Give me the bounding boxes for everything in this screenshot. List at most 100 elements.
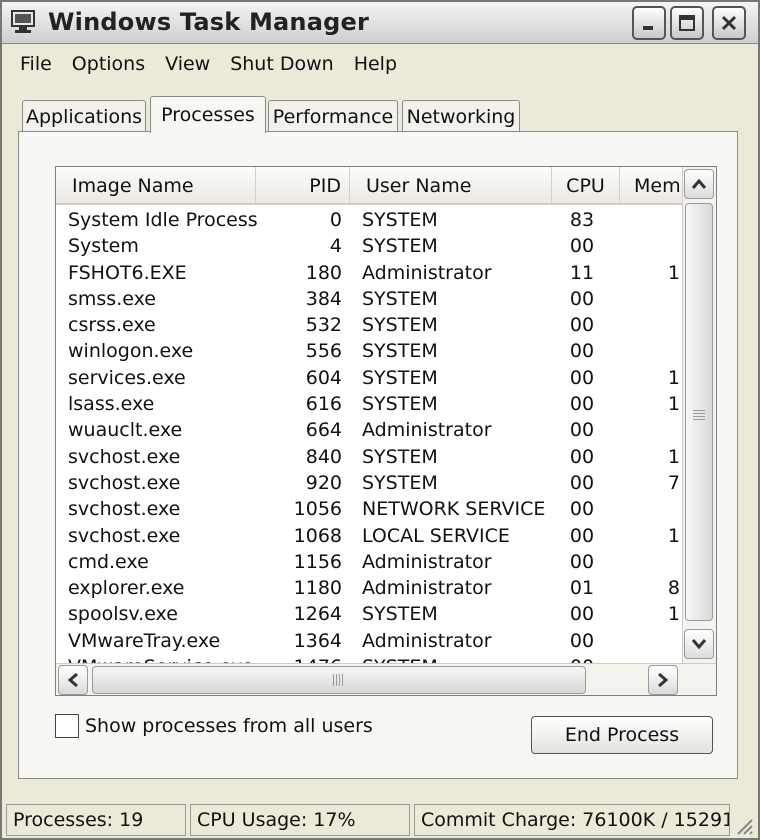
show-all-users-option[interactable]: Show processes from all users [55, 714, 373, 738]
process-cpu: 00 [569, 629, 595, 652]
tab-performance[interactable]: Performance [268, 100, 398, 132]
process-list[interactable]: Image Name PID User Name CPU Mem System … [55, 166, 717, 696]
process-pid: 532 [305, 314, 342, 337]
table-row[interactable]: svchost.exe 1068 LOCAL SERVICE 00 1 [56, 523, 682, 549]
process-mem [622, 628, 680, 654]
scroll-down-button[interactable] [684, 629, 714, 659]
table-row[interactable]: services.exe 604 SYSTEM 00 1 [56, 365, 682, 391]
process-mem [622, 654, 680, 663]
process-cpu: 00 [569, 550, 595, 573]
column-user-name[interactable]: User Name [350, 167, 552, 205]
column-pid[interactable]: PID [256, 167, 350, 205]
process-pid: 0 [329, 209, 342, 231]
table-row[interactable]: VMwareTray.exe 1364 Administrator 00 [56, 628, 682, 654]
chevron-down-icon [691, 639, 707, 650]
column-mem[interactable]: Mem [620, 167, 682, 205]
menu-bar: File Options View Shut Down Help [2, 46, 758, 82]
table-row[interactable]: VMwareService.exe1476 SYSTEM00 [56, 654, 682, 663]
list-header: Image Name PID User Name CPU Mem [56, 167, 682, 205]
table-row[interactable]: cmd.exe 1156 Administrator 00 [56, 549, 682, 575]
process-cpu: 00 [569, 498, 595, 521]
menu-view[interactable]: View [155, 53, 220, 75]
process-cpu: 00 [569, 340, 595, 363]
tab-networking[interactable]: Networking [402, 100, 520, 132]
show-all-users-checkbox[interactable] [55, 714, 79, 738]
table-row[interactable]: lsass.exe 616 SYSTEM 00 1 [56, 391, 682, 417]
menu-file[interactable]: File [10, 53, 62, 75]
horizontal-scroll-thumb[interactable] [92, 666, 586, 694]
status-commit-charge: Commit Charge: 76100K / 152916K [414, 804, 730, 836]
process-cpu: 00 [569, 445, 595, 468]
horizontal-scrollbar[interactable] [56, 663, 716, 695]
process-cpu: 00 [569, 419, 595, 442]
scroll-left-button[interactable] [58, 665, 88, 695]
process-user: Administrator [362, 261, 492, 284]
resize-grip-icon[interactable] [734, 816, 754, 836]
process-name: svchost.exe [68, 445, 181, 468]
table-row[interactable]: System 4 SYSTEM 00 [56, 233, 682, 259]
scroll-grip-icon [333, 674, 343, 686]
task-manager-window: Windows Task Manager File Options View S… [0, 0, 760, 840]
table-row[interactable]: System Idle Process 0 SYSTEM 83 [56, 207, 682, 233]
process-name: lsass.exe [68, 393, 155, 416]
process-user: SYSTEM [362, 314, 438, 337]
maximize-button[interactable] [670, 6, 704, 40]
tab-processes[interactable]: Processes [150, 96, 266, 133]
process-pid: 1180 [293, 577, 342, 600]
process-cpu: 00 [569, 471, 595, 494]
process-mem [622, 338, 680, 364]
title-bar[interactable]: Windows Task Manager [2, 2, 758, 44]
process-pid: 556 [305, 340, 342, 363]
tab-applications[interactable]: Applications [22, 100, 146, 132]
table-row[interactable]: winlogon.exe 556 SYSTEM 00 [56, 338, 682, 364]
process-cpu: 00 [552, 654, 612, 663]
process-user: Administrator [362, 629, 492, 652]
process-user: LOCAL SERVICE [362, 524, 510, 547]
table-row[interactable]: FSHOT6.EXE 180 Administrator 11 1 [56, 260, 682, 286]
menu-options[interactable]: Options [62, 53, 155, 75]
process-name: winlogon.exe [68, 340, 194, 363]
table-row[interactable]: svchost.exe 1056 NETWORK SERVICE 00 [56, 496, 682, 522]
process-user: Administrator [362, 577, 492, 600]
process-name: cmd.exe [68, 550, 149, 573]
table-row[interactable]: csrss.exe 532 SYSTEM 00 [56, 312, 682, 338]
table-row[interactable]: explorer.exe 1180 Administrator 01 8 [56, 575, 682, 601]
process-user: SYSTEM [362, 654, 552, 663]
process-mem [622, 417, 680, 443]
minimize-icon [643, 26, 653, 30]
end-process-button[interactable]: End Process [531, 716, 713, 754]
scroll-right-button[interactable] [648, 665, 678, 695]
menu-shut-down[interactable]: Shut Down [220, 53, 343, 75]
process-cpu: 00 [569, 314, 595, 337]
vertical-scrollbar[interactable] [682, 167, 716, 663]
process-mem [622, 286, 680, 312]
process-pid: 616 [305, 393, 342, 416]
process-user: SYSTEM [362, 287, 438, 310]
process-pid: 1068 [293, 524, 342, 547]
process-pid: 1264 [293, 603, 342, 626]
chevron-up-icon [691, 178, 707, 189]
column-cpu[interactable]: CPU [552, 167, 620, 205]
chevron-right-icon [658, 672, 669, 688]
chevron-left-icon [67, 672, 78, 688]
close-button[interactable] [712, 6, 746, 40]
process-user: SYSTEM [362, 340, 438, 363]
process-mem [622, 233, 680, 259]
close-icon [721, 15, 737, 31]
table-row[interactable]: wuauclt.exe 664 Administrator 00 [56, 417, 682, 443]
scroll-up-button[interactable] [684, 169, 714, 199]
menu-help[interactable]: Help [344, 53, 407, 75]
process-name: VMwareTray.exe [68, 629, 221, 652]
process-pid: 1156 [293, 550, 342, 573]
column-image-name[interactable]: Image Name [56, 167, 256, 205]
table-row[interactable]: svchost.exe 920 SYSTEM 00 7 [56, 470, 682, 496]
minimize-button[interactable] [632, 6, 666, 40]
table-row[interactable]: svchost.exe 840 SYSTEM 00 1 [56, 444, 682, 470]
vertical-scroll-thumb[interactable] [685, 203, 713, 621]
process-name: services.exe [68, 366, 186, 389]
table-row[interactable]: smss.exe 384 SYSTEM 00 [56, 286, 682, 312]
process-mem: 1 [667, 524, 680, 547]
table-row[interactable]: spoolsv.exe 1264 SYSTEM 00 1 [56, 601, 682, 627]
maximize-icon [679, 15, 695, 31]
process-name: svchost.exe [68, 498, 181, 521]
